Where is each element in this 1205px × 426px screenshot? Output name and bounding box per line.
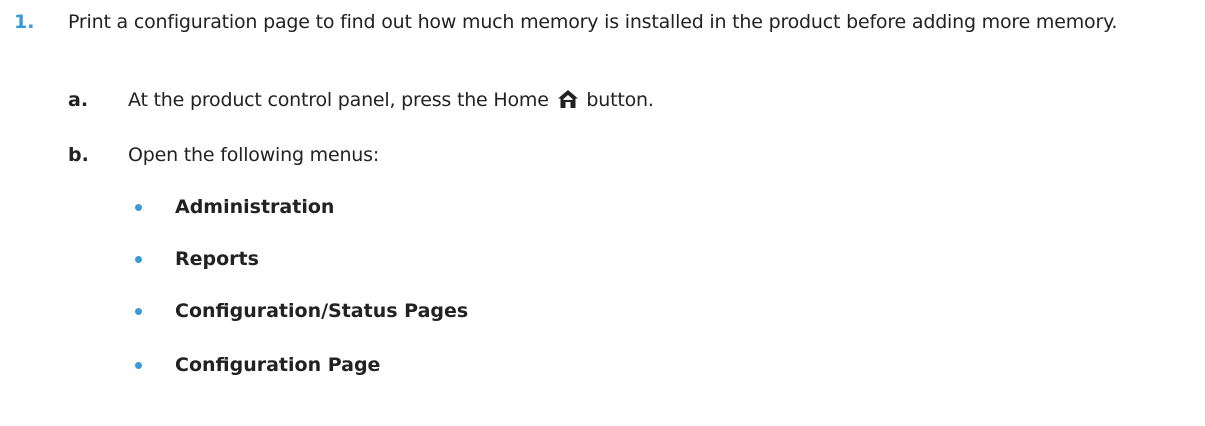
menu-item-configuration-page: Configuration Page bbox=[175, 354, 381, 376]
substep-text-b: Open the following menus: bbox=[128, 144, 380, 166]
menu-item-administration: Administration bbox=[175, 196, 335, 218]
substep-text-a: At the product control panel, press the … bbox=[128, 86, 654, 114]
bullet-dot bbox=[135, 308, 142, 315]
substep-a-text-before: At the product control panel, press the … bbox=[128, 89, 549, 111]
menu-item-configuration-status-pages: Configuration/Status Pages bbox=[175, 300, 469, 322]
substep-letter-b: b. bbox=[68, 144, 89, 166]
bullet-dot bbox=[135, 204, 142, 211]
bullet-dot bbox=[135, 256, 142, 263]
home-icon bbox=[557, 90, 578, 108]
step-text: Print a configuration page to find out h… bbox=[68, 11, 1118, 33]
substep-letter-a: a. bbox=[68, 89, 89, 111]
menu-item-reports: Reports bbox=[175, 248, 259, 270]
bullet-dot bbox=[135, 362, 142, 369]
instruction-document: 1. Print a configuration page to find ou… bbox=[0, 0, 1205, 426]
step-number: 1. bbox=[14, 11, 35, 33]
substep-a-text-after: button. bbox=[586, 89, 654, 111]
